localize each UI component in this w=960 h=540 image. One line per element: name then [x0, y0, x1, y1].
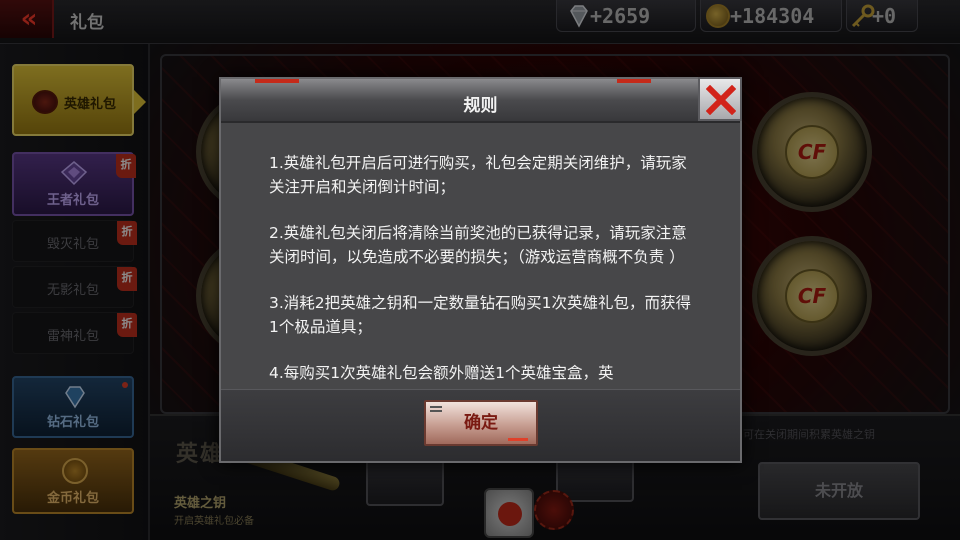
- confirm-label: 确定: [464, 413, 498, 433]
- rules-dialog: 规则 1.英雄礼包开启后可进行购买，礼包会定期关闭维护，请玩家关注开启和关闭倒计…: [219, 77, 742, 463]
- button-decoration: [430, 406, 442, 408]
- rule-text: 1.英雄礼包开启后可进行购买，礼包会定期关闭维护，请玩家关注开启和关闭倒计时间；: [269, 154, 687, 196]
- dialog-header: 规则: [221, 79, 740, 123]
- rule-text: 4.每购买1次英雄礼包会额外赠送1个英雄宝盒，英: [269, 364, 614, 382]
- confirm-button[interactable]: 确定: [424, 400, 538, 446]
- dialog-title: 规则: [463, 96, 498, 116]
- rule-text: 2.英雄礼包关闭后将清除当前奖池的已获得记录，请玩家注意关闭时间，以免造成不必要…: [269, 224, 687, 266]
- close-button[interactable]: [698, 77, 742, 121]
- close-icon: [706, 85, 736, 115]
- rules-scroll-area[interactable]: 1.英雄礼包开启后可进行购买，礼包会定期关闭维护，请玩家关注开启和关闭倒计时间；…: [269, 151, 699, 385]
- rule-text: 3.消耗2把英雄之钥和一定数量钻石购买1次英雄礼包，而获得1个极品道具；: [269, 294, 692, 336]
- button-decoration: [508, 438, 528, 441]
- dialog-footer: 确定: [221, 389, 740, 461]
